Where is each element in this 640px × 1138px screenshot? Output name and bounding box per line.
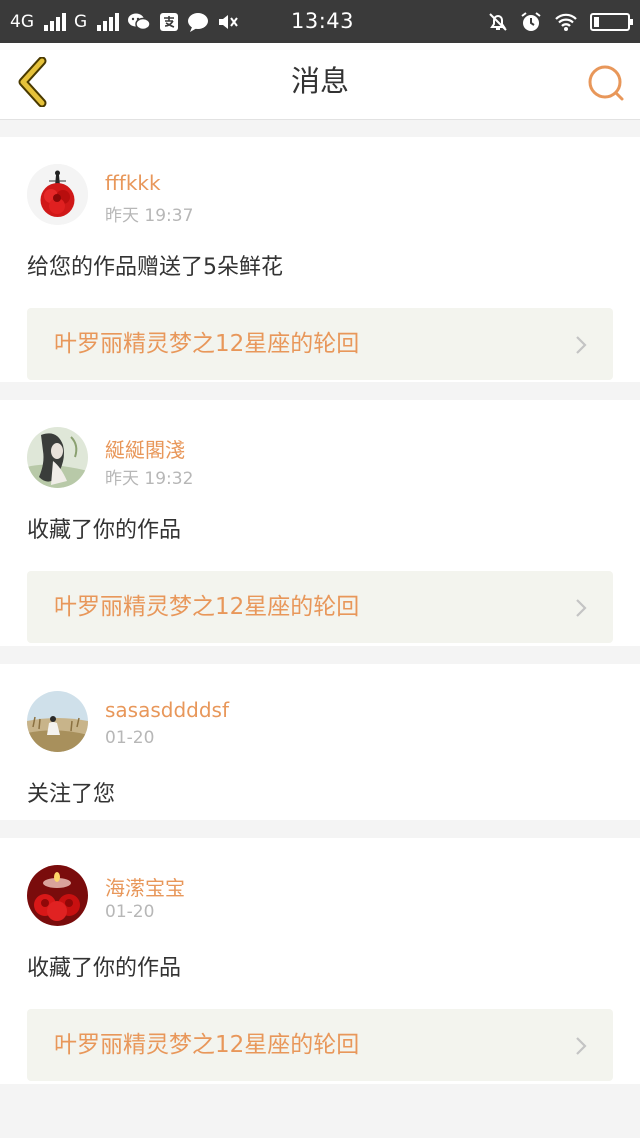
avatar[interactable]: [27, 865, 88, 926]
search-icon: [588, 65, 624, 101]
status-bar: 4G G 13:43: [0, 0, 640, 43]
chevron-right-icon: [576, 336, 587, 354]
message-text: 给您的作品赠送了5朵鲜花: [27, 255, 283, 280]
mute-icon: [217, 12, 239, 32]
work-title: 叶罗丽精灵梦之12星座的轮回: [54, 1032, 360, 1058]
chevron-right-icon: [576, 599, 587, 617]
timestamp: 昨天 19:32: [105, 469, 194, 489]
status-bar-right: [488, 0, 633, 43]
message-text: 收藏了你的作品: [27, 518, 182, 543]
network-type-g: G: [74, 11, 88, 32]
message-header: fffkkk 昨天 19:37: [27, 137, 613, 253]
header: 消息: [0, 43, 640, 120]
page-title: 消息: [290, 64, 349, 98]
message-text: 收藏了你的作品: [27, 956, 182, 981]
message-header: sasasddddsf 01-20: [27, 664, 613, 780]
alarm-clock-icon: [520, 11, 542, 33]
wechat-icon: [127, 12, 151, 32]
battery-icon: [590, 12, 633, 31]
message-text: 关注了您: [27, 782, 116, 807]
user-name[interactable]: 海潆宝宝: [105, 872, 185, 901]
wifi-icon: [554, 12, 578, 32]
avatar[interactable]: [27, 691, 88, 752]
network-type-4g: 4G: [10, 11, 34, 32]
avatar[interactable]: [27, 164, 88, 225]
work-link[interactable]: 叶罗丽精灵梦之12星座的轮回: [27, 571, 613, 643]
work-title: 叶罗丽精灵梦之12星座的轮回: [54, 331, 360, 357]
alarm-off-icon: [488, 12, 508, 32]
message-list: fffkkk 昨天 19:37 给您的作品赠送了5朵鲜花 叶罗丽精灵梦之12星座…: [0, 137, 640, 1102]
user-name[interactable]: fffkkk: [105, 171, 161, 195]
user-name[interactable]: sasasddddsf: [105, 698, 229, 722]
work-title: 叶罗丽精灵梦之12星座的轮回: [54, 594, 360, 620]
timestamp: 01-20: [105, 728, 155, 748]
alipay-icon: [159, 12, 179, 32]
message-header: 海潆宝宝 01-20: [27, 838, 613, 954]
clock: 13:43: [291, 9, 355, 33]
timestamp: 01-20: [105, 902, 155, 922]
message-card: sasasddddsf 01-20 关注了您: [0, 664, 640, 820]
user-name[interactable]: 綖綖閣淺: [105, 434, 185, 463]
message-card: 海潆宝宝 01-20 收藏了你的作品 叶罗丽精灵梦之12星座的轮回: [0, 838, 640, 1084]
search-button[interactable]: [586, 63, 626, 103]
signal-icon: [97, 12, 120, 31]
work-link[interactable]: 叶罗丽精灵梦之12星座的轮回: [27, 308, 613, 380]
signal-icon: [44, 12, 66, 31]
message-card: 綖綖閣淺 昨天 19:32 收藏了你的作品 叶罗丽精灵梦之12星座的轮回: [0, 400, 640, 646]
chevron-right-icon: [576, 1037, 587, 1055]
message-card: fffkkk 昨天 19:37 给您的作品赠送了5朵鲜花 叶罗丽精灵梦之12星座…: [0, 137, 640, 382]
status-bar-left: 4G G: [10, 0, 239, 43]
chat-bubble-icon: [187, 12, 209, 32]
avatar[interactable]: [27, 427, 88, 488]
message-header: 綖綖閣淺 昨天 19:32: [27, 400, 613, 516]
work-link[interactable]: 叶罗丽精灵梦之12星座的轮回: [27, 1009, 613, 1081]
timestamp: 昨天 19:37: [105, 206, 194, 226]
